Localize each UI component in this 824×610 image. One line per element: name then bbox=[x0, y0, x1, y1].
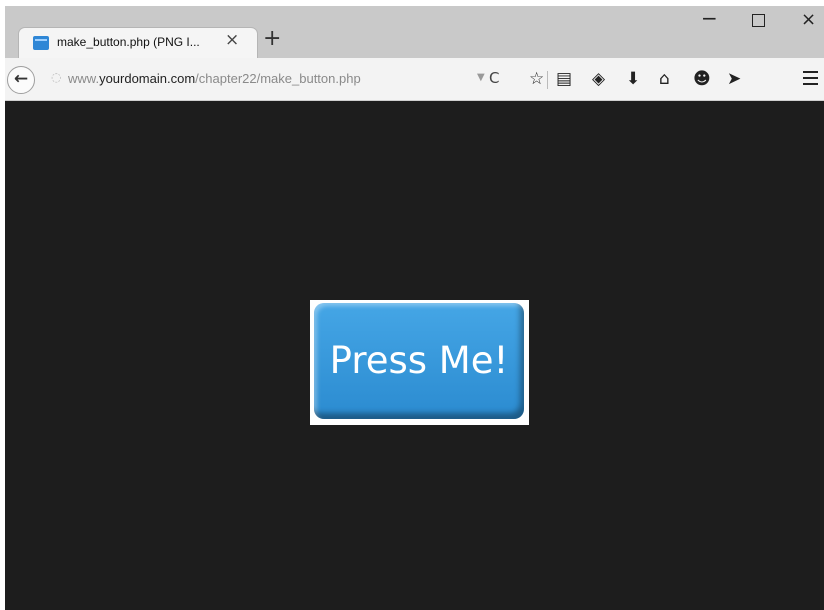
reading-list-icon[interactable]: ▤ bbox=[556, 69, 572, 89]
menu-icon-bar bbox=[803, 77, 818, 79]
button-label: Press Me! bbox=[329, 339, 509, 382]
tab-title: make_button.php (PNG I... bbox=[57, 35, 200, 49]
minimize-button[interactable]: − bbox=[701, 6, 718, 30]
press-me-button[interactable]: Press Me! bbox=[314, 303, 524, 419]
page-favicon-icon bbox=[33, 36, 49, 50]
menu-icon-bar bbox=[803, 83, 818, 85]
reload-button[interactable]: C bbox=[489, 69, 499, 87]
new-tab-button[interactable]: + bbox=[263, 26, 281, 51]
address-bar[interactable]: ◌ www.yourdomain.com/chapter22/make_butt… bbox=[37, 68, 517, 92]
site-info-icon[interactable]: ◌ bbox=[51, 70, 61, 84]
menu-icon-bar bbox=[803, 71, 818, 73]
close-window-button[interactable]: × bbox=[801, 9, 816, 30]
url-text[interactable]: www.yourdomain.com/chapter22/make_button… bbox=[68, 71, 361, 86]
url-dropdown-icon[interactable]: ▼ bbox=[477, 72, 485, 83]
back-button[interactable]: ← bbox=[7, 66, 35, 94]
toolbar-divider bbox=[547, 71, 548, 89]
button-image: Press Me! bbox=[310, 300, 529, 425]
download-icon[interactable]: ⬇ bbox=[626, 69, 640, 89]
maximize-button[interactable] bbox=[752, 14, 765, 27]
bookmark-star-icon[interactable]: ☆ bbox=[529, 69, 544, 89]
browser-window: make_button.php (PNG I... × + − × ← ◌ ww… bbox=[5, 6, 824, 610]
page-content: Press Me! bbox=[5, 101, 824, 610]
url-path: /chapter22/make_button.php bbox=[195, 71, 361, 86]
home-icon[interactable]: ⌂ bbox=[659, 69, 670, 89]
tab-strip: make_button.php (PNG I... × + − × bbox=[5, 6, 824, 58]
send-icon[interactable]: ➤ bbox=[727, 69, 741, 89]
url-prefix: www. bbox=[68, 71, 100, 86]
navigation-bar: ← ◌ www.yourdomain.com/chapter22/make_bu… bbox=[5, 58, 824, 101]
browser-tab[interactable]: make_button.php (PNG I... × bbox=[19, 28, 257, 58]
url-host: yourdomain.com bbox=[99, 71, 196, 86]
pocket-icon[interactable]: ◈ bbox=[592, 69, 605, 89]
menu-icon[interactable] bbox=[803, 71, 818, 89]
chat-icon[interactable]: ☻ bbox=[693, 69, 711, 89]
tab-close-icon[interactable]: × bbox=[225, 30, 239, 50]
